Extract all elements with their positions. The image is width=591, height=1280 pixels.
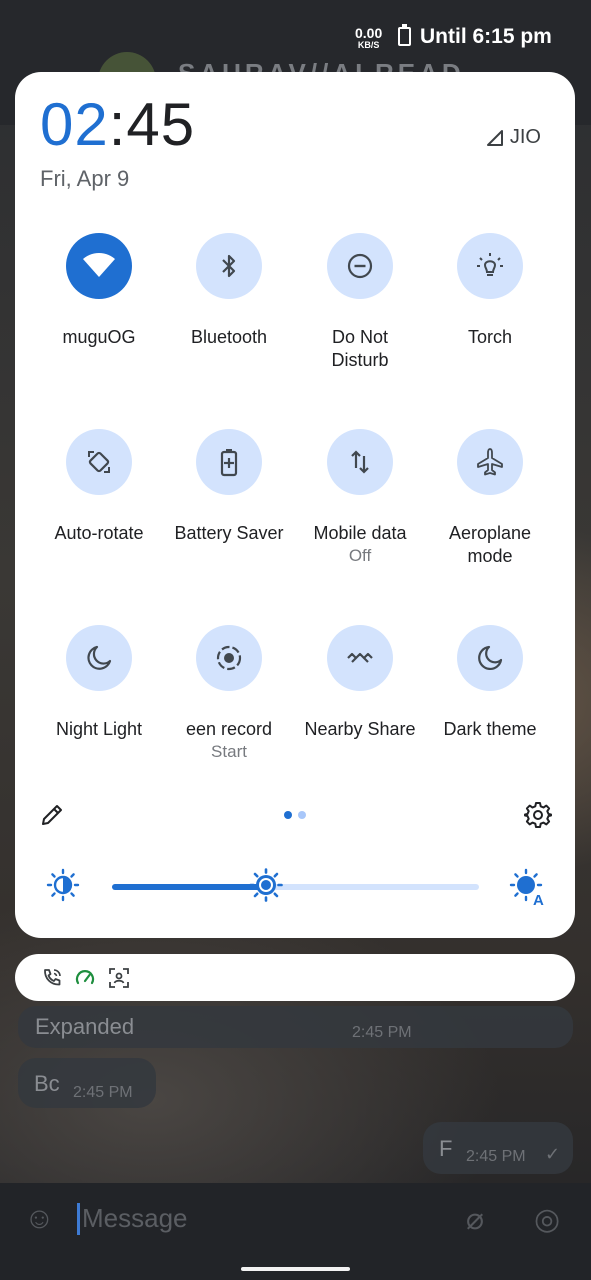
tile-bluetooth[interactable]: Bluetooth bbox=[164, 233, 294, 349]
tile-do-not-disturb[interactable]: Do Not Disturb bbox=[295, 233, 425, 372]
tile-label: Bluetooth bbox=[190, 327, 268, 347]
speedometer-icon bbox=[74, 967, 96, 994]
tile-sublabel: Start bbox=[211, 742, 247, 761]
tile-torch[interactable]: Torch bbox=[425, 233, 555, 349]
message-bubble: F 2:45 PM ✓ bbox=[423, 1122, 573, 1174]
tile-screen-record[interactable]: een record Start bbox=[164, 625, 294, 763]
message-text: F bbox=[439, 1136, 453, 1161]
message-text: Expanded bbox=[35, 1014, 135, 1039]
screenshot-scan-icon bbox=[108, 967, 130, 994]
edit-tiles-icon[interactable] bbox=[39, 802, 65, 833]
notification-strip[interactable] bbox=[15, 954, 575, 1001]
do-not-disturb-icon bbox=[347, 253, 373, 279]
bluetooth-icon bbox=[222, 254, 236, 278]
message-input[interactable]: Message bbox=[82, 1203, 188, 1234]
emoji-icon[interactable]: ☺ bbox=[24, 1202, 55, 1236]
auto-rotate-icon bbox=[88, 451, 110, 473]
wifi-icon bbox=[83, 253, 115, 277]
tile-label: Auto-rotate bbox=[54, 523, 144, 543]
tile-label: een record bbox=[185, 719, 273, 739]
tile-mobile-data[interactable]: Mobile data Off bbox=[295, 429, 425, 567]
tile-bluetooth-button[interactable] bbox=[196, 233, 262, 299]
torch-icon bbox=[477, 253, 503, 276]
network-speed: 0.00 KB/S bbox=[355, 26, 382, 50]
tile-label: Night Light bbox=[55, 719, 143, 739]
carrier-name: JIO bbox=[509, 126, 541, 148]
tile-dark-theme[interactable]: Dark theme bbox=[425, 625, 555, 741]
gesture-nav-bar[interactable] bbox=[241, 1267, 350, 1271]
tile-wifi-button[interactable] bbox=[66, 233, 132, 299]
tile-label: Aeroplane mode bbox=[448, 523, 532, 566]
signal-icon bbox=[486, 129, 503, 146]
tile-wifi[interactable]: muguOG bbox=[34, 233, 164, 349]
tile-night-light[interactable]: Night Light bbox=[34, 625, 164, 741]
page-indicator-dot-active bbox=[284, 811, 292, 819]
read-check-icon: ✓ bbox=[545, 1144, 561, 1164]
tile-battery-saver[interactable]: Battery Saver bbox=[164, 429, 294, 545]
carrier-indicator: JIO bbox=[486, 126, 541, 149]
svg-text:A: A bbox=[533, 892, 544, 906]
tile-torch-button[interactable] bbox=[457, 233, 523, 299]
tile-nearby-share-button[interactable] bbox=[327, 625, 393, 691]
tile-nearby-share[interactable]: Nearby Share bbox=[295, 625, 425, 741]
tile-aeroplane-button[interactable] bbox=[457, 429, 523, 495]
tile-label: Mobile data bbox=[313, 523, 407, 543]
quick-settings-panel: 02:45 Fri, Apr 9 JIO muguOG Bluetooth Do… bbox=[15, 72, 575, 938]
battery-estimate: Until 6:15 pm bbox=[420, 25, 552, 48]
message-time: 2:45 PM bbox=[352, 1024, 412, 1041]
mobile-data-icon bbox=[351, 450, 369, 474]
network-speed-unit: KB/S bbox=[357, 40, 380, 50]
page-indicator-dot bbox=[298, 811, 306, 819]
tile-screen-record-button[interactable] bbox=[196, 625, 262, 691]
airplane-icon bbox=[477, 448, 503, 476]
night-light-icon bbox=[87, 645, 112, 670]
tile-dnd-button[interactable] bbox=[327, 233, 393, 299]
dark-theme-icon bbox=[478, 645, 503, 670]
message-text: Bc bbox=[34, 1071, 60, 1096]
settings-gear-icon[interactable] bbox=[524, 801, 552, 834]
tile-sublabel: Off bbox=[348, 546, 372, 565]
battery-icon bbox=[398, 24, 411, 46]
tile-label: muguOG bbox=[62, 327, 136, 347]
message-bubble: Expanded 2:45 PM bbox=[18, 1006, 573, 1048]
tile-night-light-button[interactable] bbox=[66, 625, 132, 691]
camera-icon[interactable]: ◎ bbox=[534, 1202, 560, 1237]
wifi-calling-icon bbox=[41, 967, 63, 994]
tile-auto-rotate[interactable]: Auto-rotate bbox=[34, 429, 164, 545]
tile-dark-theme-button[interactable] bbox=[457, 625, 523, 691]
message-time: 2:45 PM bbox=[466, 1148, 526, 1165]
tile-label: Dark theme bbox=[443, 719, 537, 739]
screen-record-icon bbox=[216, 645, 242, 671]
brightness-auto-icon[interactable]: A bbox=[509, 868, 547, 911]
brightness-low-icon bbox=[46, 868, 80, 907]
tile-label: Nearby Share bbox=[304, 719, 416, 739]
clock[interactable]: 02:45 bbox=[40, 90, 195, 159]
clock-minutes: :45 bbox=[108, 91, 196, 158]
network-speed-value: 0.00 bbox=[355, 25, 383, 41]
brightness-slider-fill bbox=[112, 884, 267, 890]
tile-aeroplane-mode[interactable]: Aeroplane mode bbox=[425, 429, 555, 568]
tile-label: Do Not Disturb bbox=[331, 327, 389, 370]
tile-auto-rotate-button[interactable] bbox=[66, 429, 132, 495]
tile-label: Battery Saver bbox=[174, 523, 284, 543]
nearby-share-icon bbox=[347, 652, 373, 663]
tile-mobile-data-button[interactable] bbox=[327, 429, 393, 495]
message-bubble: Bc 2:45 PM bbox=[18, 1058, 156, 1108]
message-time: 2:45 PM bbox=[73, 1084, 133, 1101]
brightness-slider-thumb[interactable] bbox=[249, 868, 283, 907]
text-cursor bbox=[77, 1203, 80, 1235]
date[interactable]: Fri, Apr 9 bbox=[40, 166, 129, 192]
clock-hour: 02 bbox=[40, 91, 109, 158]
tile-label: Torch bbox=[467, 327, 512, 347]
brightness-slider[interactable] bbox=[112, 884, 479, 890]
tile-battery-saver-button[interactable] bbox=[196, 429, 262, 495]
battery-saver-icon bbox=[220, 449, 238, 477]
attach-icon[interactable]: ⌀ bbox=[466, 1202, 484, 1237]
